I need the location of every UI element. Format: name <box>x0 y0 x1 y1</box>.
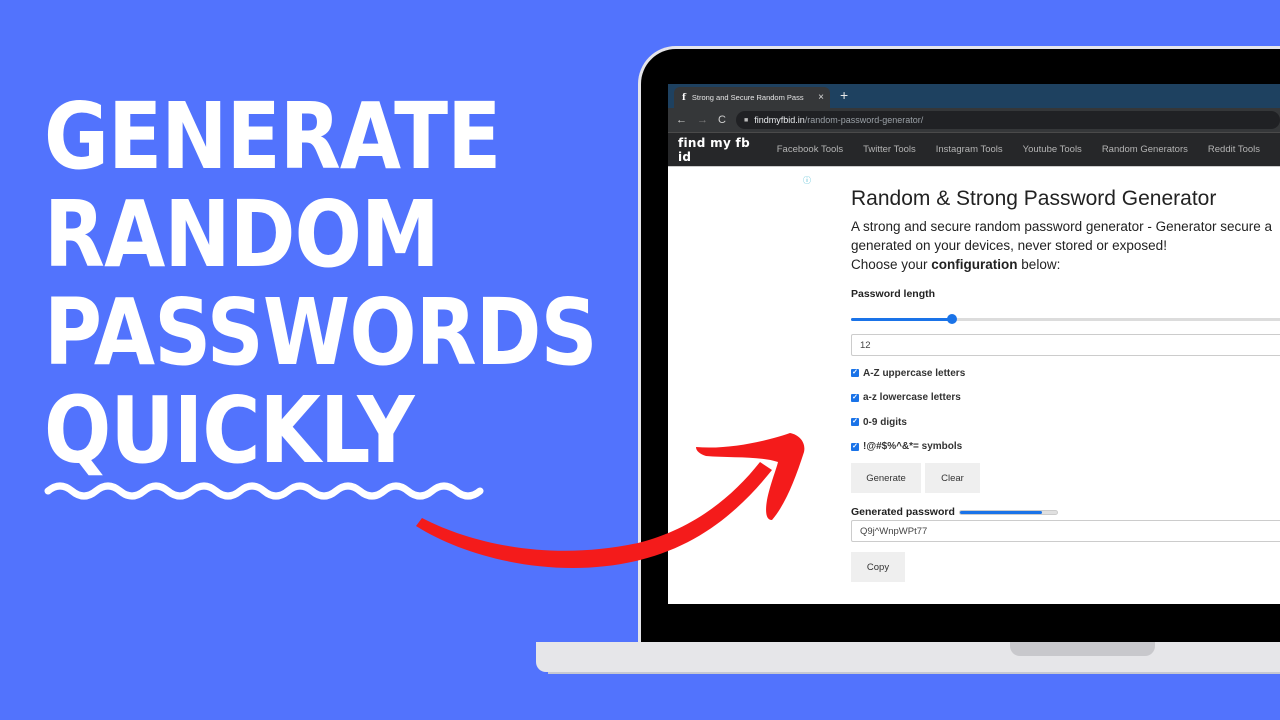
slider-thumb[interactable] <box>947 314 958 324</box>
generated-password-header: Generated password <box>851 506 1280 518</box>
url-field[interactable]: ■ findmyfbid.in/random-password-generato… <box>735 111 1280 129</box>
back-arrow-icon[interactable]: ← <box>676 114 687 126</box>
ad-info-icon[interactable]: ⓘ <box>803 175 811 186</box>
option-label: !@#$%^&*= symbols <box>863 441 963 453</box>
password-generator: Random & Strong Password Generator A str… <box>851 187 1280 582</box>
site-logo[interactable]: find my fb id <box>678 136 755 164</box>
option-label: 0-9 digits <box>863 416 907 428</box>
favicon-icon: f <box>682 92 686 103</box>
password-length-slider[interactable] <box>851 314 1280 324</box>
checkbox-checked-icon[interactable]: ✓ <box>851 393 859 402</box>
description: A strong and secure random password gene… <box>851 217 1280 274</box>
slider-fill <box>851 318 953 321</box>
laptop-base <box>536 642 1280 672</box>
address-bar: ← → C ■ findmyfbid.in/random-password-ge… <box>668 108 1280 132</box>
option-symbols[interactable]: ✓ !@#$%^&*= symbols <box>851 435 1280 460</box>
description-bold: configuration <box>931 257 1018 272</box>
site-navbar: find my fb id Facebook Tools Twitter Too… <box>668 132 1280 166</box>
password-length-label: Password length <box>851 288 936 300</box>
description-line-3: Choose your configuration below: <box>851 255 1280 274</box>
option-label: a-z lowercase letters <box>863 392 961 404</box>
password-length-input[interactable] <box>851 334 1280 356</box>
description-line-2: generated on your devices, never stored … <box>851 238 1167 253</box>
browser-window: f Strong and Secure Random Pass × + ← → … <box>668 84 1280 604</box>
generated-password-label: Generated password <box>851 506 955 518</box>
action-buttons: Generate Clear <box>851 463 1280 493</box>
tab-bar: f Strong and Secure Random Pass × + <box>668 84 1280 108</box>
generated-password-field[interactable] <box>851 520 1280 542</box>
checkbox-checked-icon[interactable]: ✓ <box>851 442 859 451</box>
browser-tab[interactable]: f Strong and Secure Random Pass × <box>674 87 830 108</box>
headline: GENERATE RANDOM PASSWORDS QUICKLY <box>44 83 598 484</box>
page-content: ⓘ Random & Strong Password Generator A s… <box>668 166 1280 604</box>
options-list: ✓ A-Z uppercase letters ✓ a-z lowercase le… <box>851 361 1280 459</box>
tab-title: Strong and Secure Random Pass <box>691 93 804 102</box>
clear-button[interactable]: Clear <box>925 463 980 493</box>
headline-line-4: QUICKLY <box>44 377 415 484</box>
option-uppercase[interactable]: ✓ A-Z uppercase letters <box>851 361 1280 386</box>
nav-link-reddit-tools[interactable]: Reddit Tools <box>1208 144 1260 155</box>
squiggle-underline <box>44 482 484 500</box>
laptop-notch <box>1010 642 1155 656</box>
description-prefix: Choose your <box>851 257 932 272</box>
nav-link-random-generators[interactable]: Random Generators <box>1102 144 1188 155</box>
checkbox-checked-icon[interactable]: ✓ <box>851 369 859 378</box>
nav-link-facebook-tools[interactable]: Facebook Tools <box>777 144 843 155</box>
reload-icon[interactable]: C <box>718 114 726 126</box>
option-digits[interactable]: ✓ 0-9 digits <box>851 410 1280 435</box>
copy-button[interactable]: Copy <box>851 552 905 582</box>
password-strength-bar <box>958 509 1058 515</box>
description-suffix: below: <box>1017 257 1061 272</box>
page-title: Random & Strong Password Generator <box>851 187 1217 210</box>
nav-link-instagram-tools[interactable]: Instagram Tools <box>936 144 1003 155</box>
url-domain: findmyfbid.in <box>754 115 805 125</box>
headline-line-3: PASSWORDS <box>44 279 598 386</box>
generate-button[interactable]: Generate <box>851 463 921 493</box>
close-icon[interactable]: × <box>818 92 824 103</box>
url-path: /random-password-generator/ <box>804 115 924 125</box>
strength-fill <box>959 510 1043 514</box>
nav-link-youtube-tools[interactable]: Youtube Tools <box>1023 144 1082 155</box>
description-line-1: A strong and secure random password gene… <box>851 219 1272 234</box>
new-tab-button[interactable]: + <box>840 87 848 103</box>
forward-arrow-icon[interactable]: → <box>697 114 708 126</box>
headline-line-1: GENERATE <box>44 83 501 190</box>
checkbox-checked-icon[interactable]: ✓ <box>851 418 859 427</box>
headline-line-2: RANDOM <box>44 181 440 288</box>
option-label: A-Z uppercase letters <box>863 367 966 379</box>
option-lowercase[interactable]: ✓ a-z lowercase letters <box>851 386 1280 411</box>
nav-link-twitter-tools[interactable]: Twitter Tools <box>863 144 916 155</box>
lock-icon: ■ <box>743 116 749 124</box>
